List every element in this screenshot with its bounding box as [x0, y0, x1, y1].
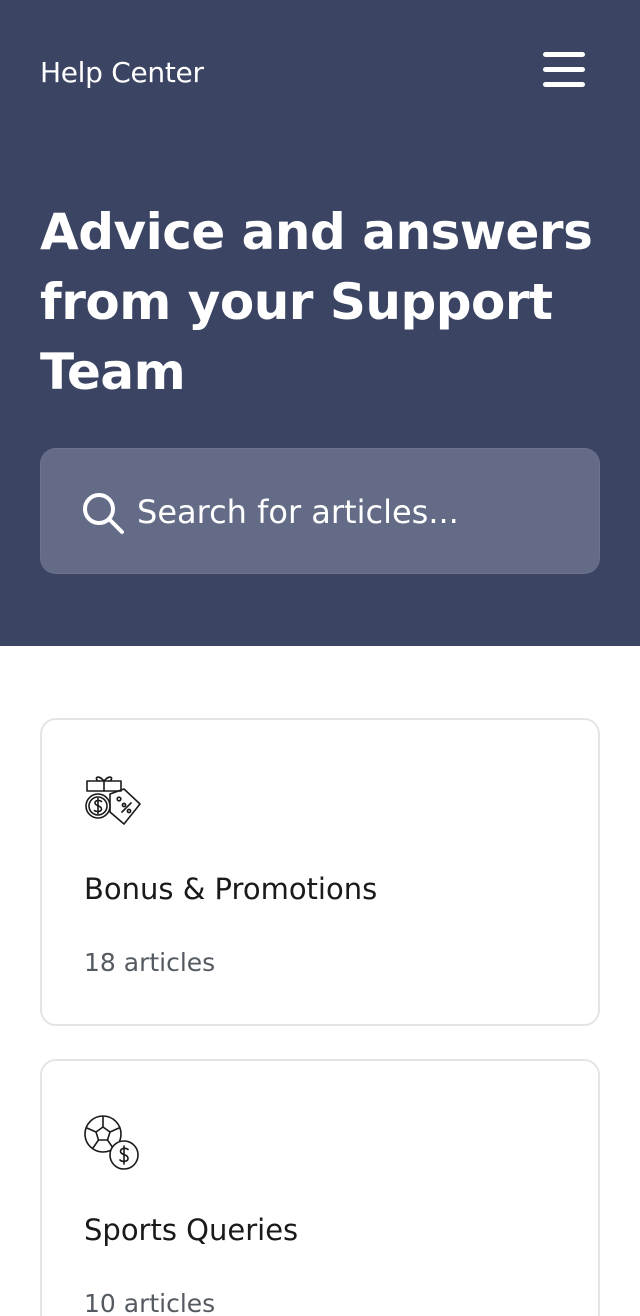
help-center-page: Help Center Advice and answers from your…	[0, 0, 640, 1316]
collection-article-count: 18 articles	[84, 948, 216, 977]
brand-link[interactable]: Help Center	[40, 56, 204, 89]
collection-card-sports-queries[interactable]: Sports Queries 10 articles	[40, 1059, 600, 1316]
hero-header: Help Center Advice and answers from your…	[0, 0, 640, 646]
bonus-promotions-icon	[85, 776, 141, 825]
search-icon	[83, 493, 124, 534]
collection-article-count: 10 articles	[84, 1289, 216, 1316]
menu-button[interactable]	[538, 48, 590, 94]
search-box[interactable]	[40, 448, 600, 574]
collection-title: Sports Queries	[84, 1213, 299, 1247]
hamburger-menu-icon	[543, 52, 585, 87]
hero-title: Advice and answers from your Support Tea…	[40, 203, 593, 401]
collection-title: Bonus & Promotions	[84, 872, 378, 906]
sports-betting-icon	[84, 1115, 139, 1170]
collection-card-bonus-promotions[interactable]: Bonus & Promotions 18 articles	[40, 718, 600, 1026]
search-input[interactable]	[137, 481, 577, 543]
